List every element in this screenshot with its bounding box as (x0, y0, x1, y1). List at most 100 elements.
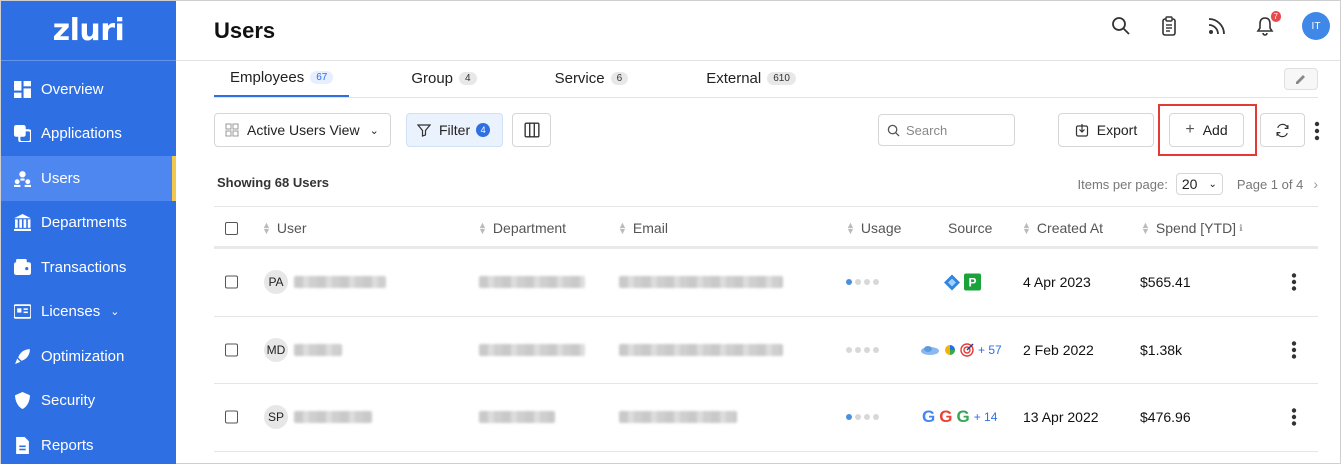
avatar[interactable]: IT (1302, 12, 1330, 40)
filter-label: Filter (439, 122, 471, 138)
table-row[interactable]: PA P 4 Apr 2023 $565.41 (214, 249, 1318, 317)
usage-indicator (846, 279, 879, 286)
row-checkbox[interactable] (225, 410, 238, 424)
logo[interactable]: zluri (1, 1, 176, 61)
tab-count-badge: 67 (310, 71, 334, 84)
created-at-cell: 2 Feb 2022 (1023, 341, 1094, 358)
table-row[interactable]: SP G G G + 14 13 Apr 2022 $476.96 (214, 384, 1318, 452)
clipboard-icon[interactable] (1158, 15, 1180, 37)
row-checkbox[interactable] (225, 343, 238, 357)
filter-button[interactable]: Filter 4 (406, 113, 503, 147)
table-row[interactable]: MD + 57 2 Feb 2022 $1.38k (214, 317, 1318, 384)
chevron-right-icon[interactable]: › (1313, 176, 1318, 192)
sort-icon: ▲ ▼ (478, 220, 487, 236)
toolbar: Active Users View ⌄ Filter 4 Export + Ad… (214, 104, 1320, 156)
tab-label: External (706, 70, 762, 87)
source-more-count[interactable]: + 14 (974, 410, 998, 424)
shield-icon (13, 392, 31, 410)
users-table: ▲ ▼ User ▲ ▼ Department ▲ ▼ Email ▲ ▼ Usage Sour… (214, 206, 1318, 452)
redacted-name (294, 343, 342, 356)
grid-icon (225, 123, 239, 137)
usage-indicator (846, 414, 879, 421)
search-box (878, 114, 1015, 146)
column-label: Created At (1036, 220, 1104, 236)
license-icon (13, 303, 31, 321)
tab-service[interactable]: Service 6 (539, 60, 645, 97)
department-cell (479, 343, 585, 356)
sidebar-item-optimization[interactable]: Optimization (1, 334, 176, 379)
filter-icon (417, 124, 431, 137)
row-actions-icon[interactable] (1291, 408, 1297, 426)
search-icon (887, 124, 900, 137)
sidebar-item-label: Applications (41, 125, 122, 143)
user-cell[interactable]: MD (264, 337, 342, 362)
row-actions-icon[interactable] (1291, 273, 1297, 291)
more-options-icon[interactable] (1314, 121, 1320, 146)
column-label: User (276, 220, 307, 236)
tabs: Employees 67 Group 4 Service 6 External … (214, 61, 1318, 98)
notification-bell-icon[interactable]: 7 (1254, 11, 1281, 37)
pencil-icon (1296, 75, 1305, 84)
google-icon: G (956, 407, 970, 427)
page-title: Users (214, 17, 276, 43)
add-label: Add (1202, 122, 1228, 138)
redacted-department (479, 411, 555, 424)
sidebar-item-departments[interactable]: Departments (1, 201, 176, 246)
sidebar-item-transactions[interactable]: Transactions (1, 245, 176, 290)
redacted-email (619, 411, 737, 424)
column-header-user[interactable]: ▲ ▼ User (262, 220, 306, 236)
tab-label: Group (411, 70, 454, 87)
tab-group[interactable]: Group 4 (395, 60, 492, 97)
logo-text: zluri (52, 13, 125, 48)
sidebar-item-security[interactable]: Security (1, 379, 176, 424)
sidebar-item-applications[interactable]: Applications (1, 112, 176, 157)
tab-count-badge: 6 (610, 72, 629, 85)
sidebar-item-label: Security (41, 392, 96, 410)
refresh-button[interactable] (1260, 113, 1305, 147)
rss-feed-icon[interactable] (1206, 15, 1228, 37)
sidebar-item-users[interactable]: Users (1, 156, 176, 201)
tab-employees[interactable]: Employees 67 (214, 60, 350, 97)
add-button[interactable]: + Add (1169, 113, 1244, 147)
sidebar-item-licenses[interactable]: Licenses ⌄ (1, 290, 176, 335)
avatar: PA (264, 270, 288, 295)
email-cell (619, 343, 783, 356)
target-app-icon (960, 343, 974, 357)
sidebar-item-label: Users (41, 169, 81, 187)
columns-icon (523, 122, 540, 138)
select-all-checkbox[interactable] (225, 222, 238, 235)
column-header-created-at[interactable]: ▲ ▼ Created At (1022, 220, 1103, 236)
department-cell (479, 276, 585, 289)
source-more-count[interactable]: + 57 (978, 343, 1002, 357)
view-selector[interactable]: Active Users View ⌄ (214, 113, 391, 147)
column-header-email[interactable]: ▲ ▼ Email (618, 220, 668, 236)
column-header-spend[interactable]: ▲ ▼ Spend [YTD] ℹ (1141, 220, 1243, 236)
items-per-page-select[interactable]: 20 ⌄ (1175, 173, 1223, 195)
table-header: ▲ ▼ User ▲ ▼ Department ▲ ▼ Email ▲ ▼ Usage Sour… (214, 206, 1318, 249)
column-header-department[interactable]: ▲ ▼ Department (478, 220, 566, 236)
applications-icon (13, 125, 31, 143)
user-cell[interactable]: PA (264, 270, 386, 295)
chevron-down-icon[interactable]: ⌄ (110, 305, 119, 318)
info-icon[interactable]: ℹ (1239, 223, 1242, 234)
sidebar-item-overview[interactable]: Overview (1, 67, 176, 112)
notification-badge: 7 (1270, 11, 1281, 22)
sidebar-item-reports[interactable]: Reports (1, 423, 176, 464)
column-header-usage[interactable]: ▲ ▼ Usage (846, 220, 901, 236)
sort-icon: ▲ ▼ (262, 220, 271, 236)
report-icon (13, 436, 31, 454)
row-actions-icon[interactable] (1291, 341, 1297, 359)
user-cell[interactable]: SP (264, 405, 372, 430)
sidebar: zluri Overview Applications Users Depart… (1, 1, 176, 464)
export-button[interactable]: Export (1058, 113, 1154, 147)
edit-tabs-button[interactable] (1284, 68, 1318, 90)
tab-external[interactable]: External 610 (690, 60, 812, 97)
search-input[interactable] (906, 122, 1006, 138)
source-cell: P (944, 273, 981, 291)
columns-button[interactable] (512, 113, 551, 147)
row-checkbox[interactable] (225, 275, 238, 289)
search-icon[interactable] (1110, 15, 1132, 37)
spend-cell: $1.38k (1140, 341, 1183, 358)
top-icons: 7 IT (1110, 11, 1330, 40)
redacted-department (479, 343, 585, 356)
